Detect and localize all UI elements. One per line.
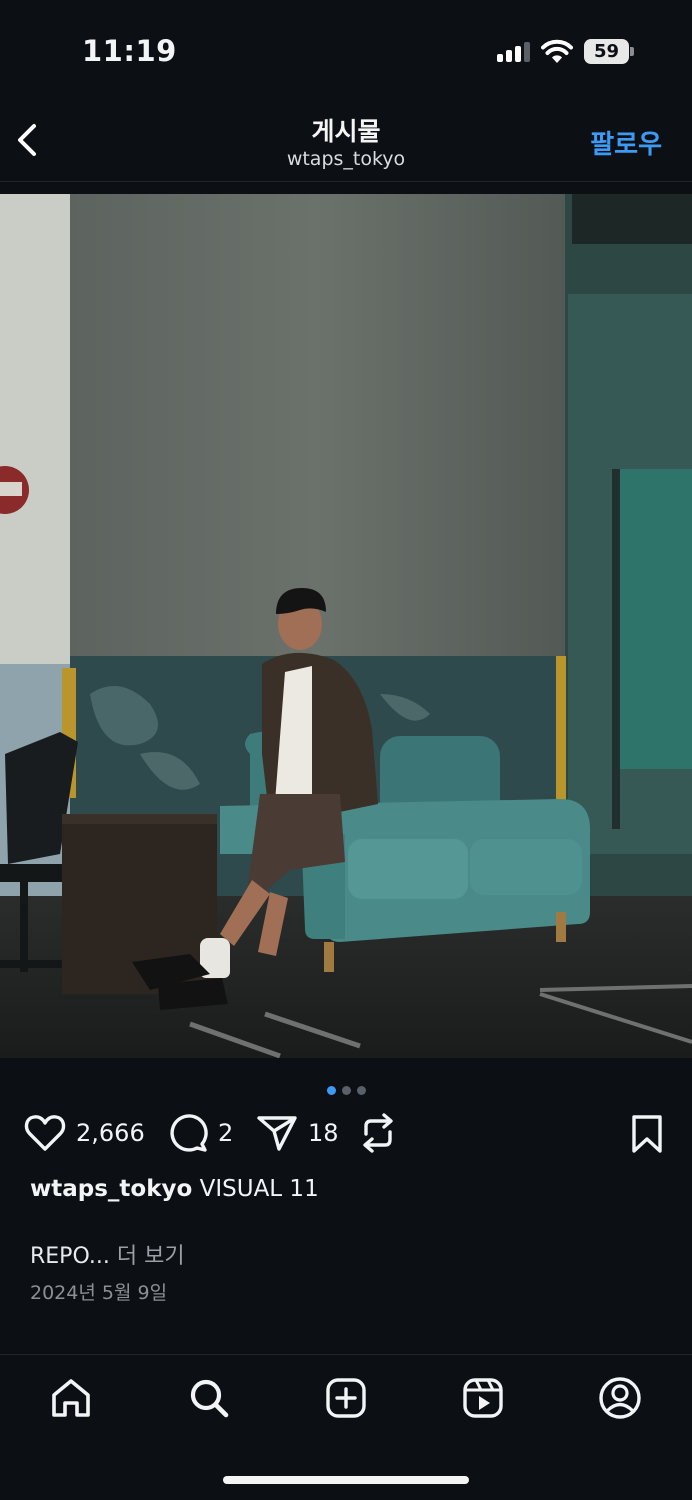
page-title: 게시물 (311, 117, 381, 146)
post-header: 게시물 wtaps_tokyo 팔로우 (0, 100, 692, 182)
post-date: 2024년 5월 9일 (30, 1282, 168, 1304)
like-count: 2,666 (76, 1119, 145, 1147)
header-username[interactable]: wtaps_tokyo (0, 148, 692, 170)
cellular-signal-icon (497, 42, 531, 62)
follow-button[interactable]: 팔로우 (590, 124, 662, 161)
wifi-icon (541, 39, 573, 63)
comment-icon (170, 1114, 208, 1152)
battery-indicator: 59 (584, 39, 634, 64)
post-actions: 2,666 2 18 (0, 1110, 692, 1156)
home-icon (52, 1379, 90, 1417)
home-indicator[interactable] (223, 1476, 469, 1484)
nav-reels[interactable] (460, 1375, 506, 1421)
caption-username[interactable]: wtaps_tokyo (30, 1176, 192, 1202)
battery-level: 59 (584, 39, 629, 64)
carousel-dot (341, 1086, 351, 1095)
nav-profile[interactable] (597, 1375, 643, 1421)
caption-preview-line: REPO... 더 보기 (30, 1238, 185, 1270)
heart-icon (24, 1115, 66, 1151)
reels-icon (463, 1378, 503, 1418)
share-icon (257, 1116, 297, 1151)
like-button[interactable]: 2,666 (24, 1110, 145, 1156)
caption-text: VISUAL 11 (192, 1176, 319, 1202)
nav-create[interactable] (323, 1375, 369, 1421)
search-icon (190, 1379, 229, 1418)
create-icon (326, 1378, 366, 1418)
status-time: 11:19 (82, 34, 177, 68)
carousel-indicator (0, 1080, 692, 1095)
repost-button[interactable] (358, 1110, 398, 1156)
nav-search[interactable] (186, 1375, 232, 1421)
status-bar: 11:19 59 (0, 0, 692, 100)
profile-icon (599, 1377, 641, 1419)
carousel-dot (326, 1086, 336, 1095)
post-caption: wtaps_tokyo VISUAL 11 (30, 1176, 319, 1202)
carousel-dot (356, 1086, 366, 1095)
caption-preview: REPO... (30, 1244, 117, 1269)
post-photo[interactable] (0, 194, 692, 1058)
share-button[interactable]: 18 (256, 1110, 339, 1156)
bookmark-icon (632, 1115, 662, 1153)
repost-icon (363, 1113, 393, 1153)
nav-home[interactable] (48, 1375, 94, 1421)
save-button[interactable] (630, 1114, 664, 1158)
share-count: 18 (308, 1119, 339, 1147)
comment-count: 2 (218, 1119, 234, 1147)
post-image (0, 194, 692, 1058)
comment-button[interactable]: 2 (168, 1110, 233, 1156)
more-link[interactable]: 더 보기 (117, 1244, 185, 1269)
